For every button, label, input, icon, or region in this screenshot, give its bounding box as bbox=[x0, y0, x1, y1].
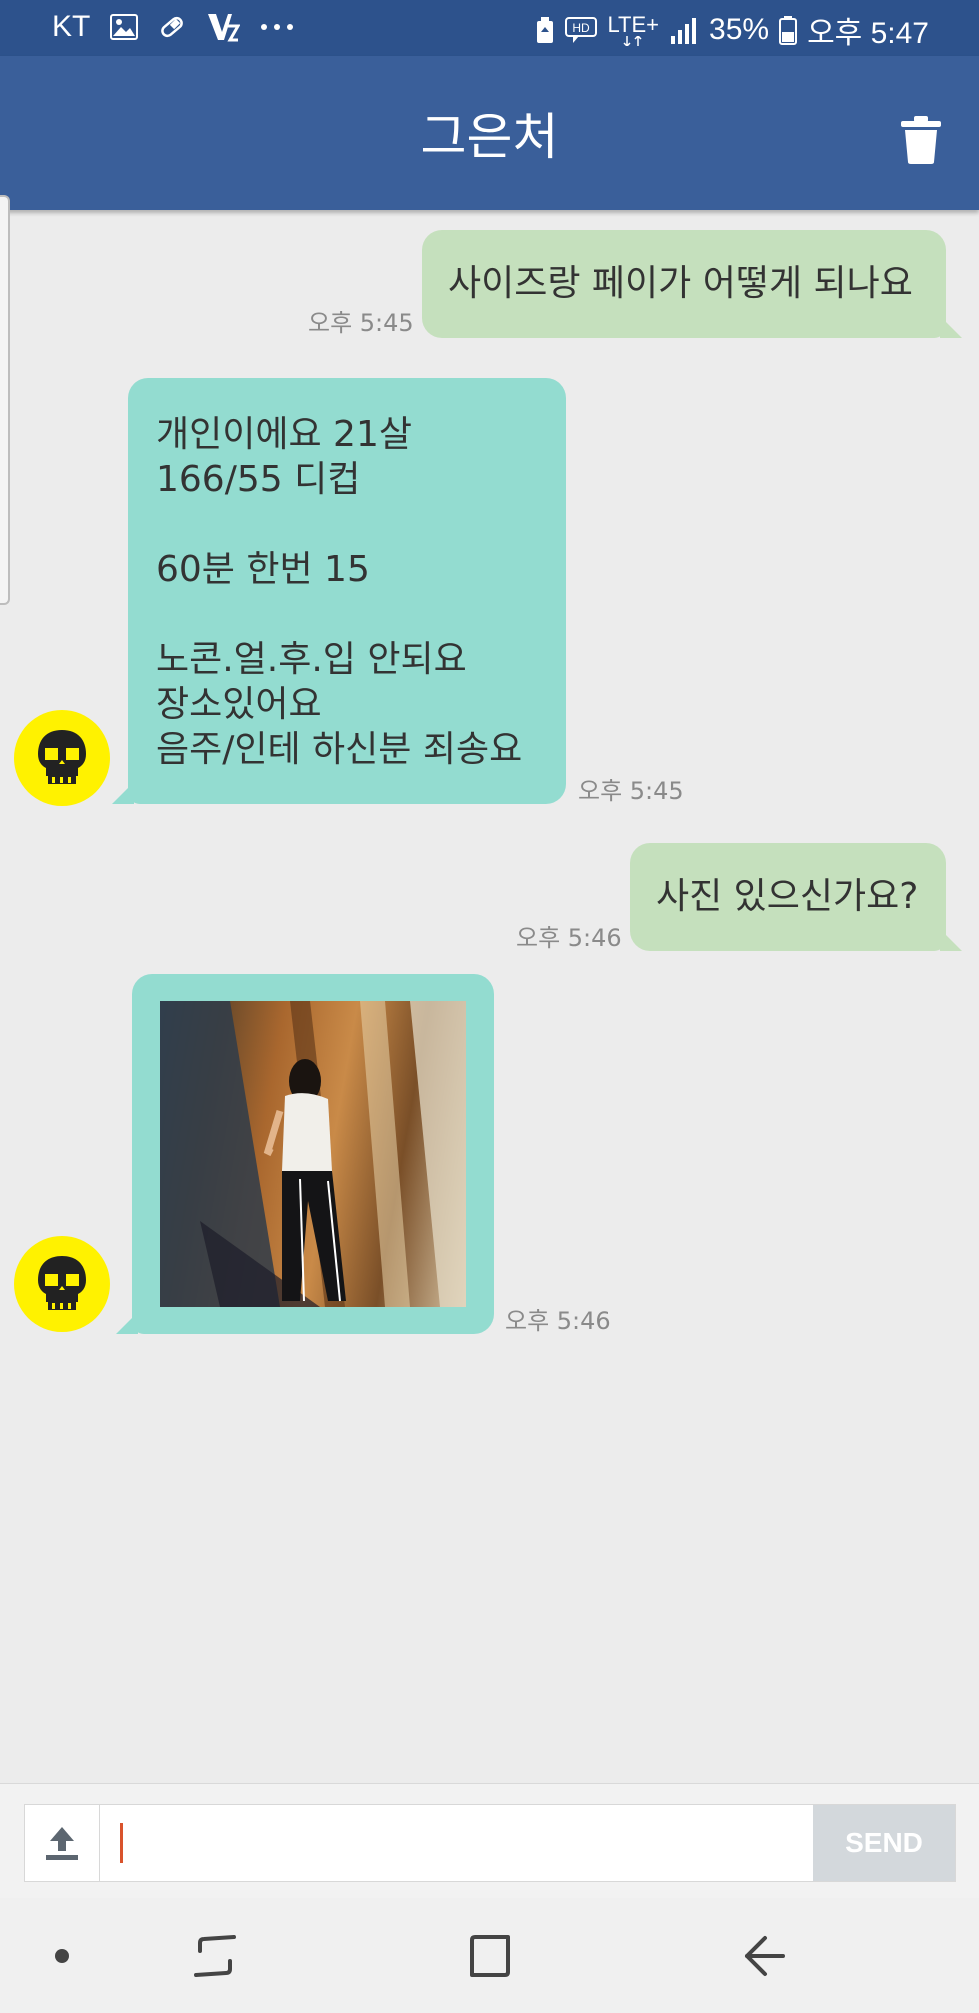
bubble-tail bbox=[940, 316, 962, 338]
bubble-tail bbox=[116, 1312, 138, 1334]
composer: SEND bbox=[24, 1804, 956, 1882]
status-bar-right: HD LTE+ 35% 오후 5:47 bbox=[535, 8, 929, 52]
message-line bbox=[156, 592, 522, 637]
lte-icon: LTE+ bbox=[607, 14, 659, 46]
avatar[interactable] bbox=[14, 710, 110, 806]
navigation-bar bbox=[0, 1898, 979, 2013]
more-dots-icon bbox=[260, 23, 294, 31]
upload-icon bbox=[46, 1827, 78, 1860]
signal-icon bbox=[669, 16, 699, 44]
bubble-tail bbox=[112, 782, 134, 804]
skull-icon bbox=[38, 730, 86, 784]
status-bar: KT HD LTE+ 35% 오후 5:47 bbox=[0, 0, 979, 56]
status-bar-left: KT bbox=[52, 10, 294, 44]
battery-icon bbox=[779, 15, 798, 45]
drawer-handle[interactable] bbox=[0, 195, 10, 605]
send-button[interactable]: SEND bbox=[813, 1805, 955, 1881]
page-title: 그은처 bbox=[420, 108, 559, 166]
message-line: 166/55 디컵 bbox=[156, 459, 361, 500]
carrier-label: KT bbox=[52, 10, 91, 43]
hd-voice-icon: HD bbox=[565, 16, 598, 44]
message-line: 개인이에요 21살 bbox=[156, 414, 412, 455]
app-bar: 그은처 bbox=[0, 56, 979, 210]
hd-label: HD bbox=[573, 21, 591, 35]
composer-bar: SEND bbox=[0, 1783, 979, 1899]
photo-content bbox=[160, 1001, 466, 1307]
message-time: 오후 5:46 bbox=[516, 924, 622, 952]
network-label: LTE+ bbox=[607, 12, 660, 37]
delete-button[interactable] bbox=[899, 116, 943, 164]
battery-saver-icon bbox=[535, 16, 555, 44]
message-line bbox=[156, 502, 522, 547]
incoming-message[interactable]: 개인이에요 21살 166/55 디컵 60분 한번 15 노콘.얼.후.입 안… bbox=[112, 378, 566, 804]
message-line: 노콘.얼.후.입 안되요 bbox=[156, 639, 467, 680]
message-line: 장소있어요 bbox=[156, 684, 322, 725]
dot-button[interactable] bbox=[40, 1898, 84, 2013]
message-line: 60분 한번 15 bbox=[156, 549, 370, 590]
pill-icon bbox=[158, 13, 186, 41]
dot-icon bbox=[55, 1948, 69, 1963]
image-icon bbox=[110, 14, 139, 40]
home-button[interactable] bbox=[455, 1898, 525, 2013]
attached-photo[interactable] bbox=[160, 1001, 466, 1307]
trash-icon bbox=[901, 116, 941, 164]
avatar[interactable] bbox=[14, 1236, 110, 1332]
message-time: 오후 5:45 bbox=[308, 309, 414, 337]
upload-button[interactable] bbox=[25, 1805, 100, 1881]
status-time: 오후 5:47 bbox=[807, 17, 929, 50]
battery-percent: 35% bbox=[709, 13, 770, 46]
outgoing-message[interactable]: 사이즈랑 페이가 어떻게 되나요 bbox=[422, 230, 962, 338]
home-icon bbox=[470, 1934, 510, 1977]
message-line: 음주/인테 하신분 죄송요 bbox=[156, 729, 523, 770]
bubble-tail bbox=[940, 929, 962, 951]
recents-button[interactable] bbox=[180, 1898, 250, 2013]
message-text: 사이즈랑 페이가 어떻게 되나요 bbox=[448, 263, 913, 304]
skull-icon bbox=[38, 1256, 86, 1310]
back-icon bbox=[745, 1935, 785, 1976]
recents-icon bbox=[194, 1934, 236, 1977]
message-text: 사진 있으신가요? bbox=[656, 876, 919, 917]
v-app-icon bbox=[206, 12, 241, 42]
back-button[interactable] bbox=[730, 1898, 800, 2013]
message-text: 개인이에요 21살 166/55 디컵 60분 한번 15 노콘.얼.후.입 안… bbox=[156, 412, 522, 772]
text-caret bbox=[120, 1823, 123, 1863]
message-input[interactable] bbox=[129, 1815, 813, 1873]
outgoing-message[interactable]: 사진 있으신가요? bbox=[630, 843, 962, 951]
message-time: 오후 5:46 bbox=[505, 1307, 611, 1335]
message-time: 오후 5:45 bbox=[578, 777, 684, 805]
